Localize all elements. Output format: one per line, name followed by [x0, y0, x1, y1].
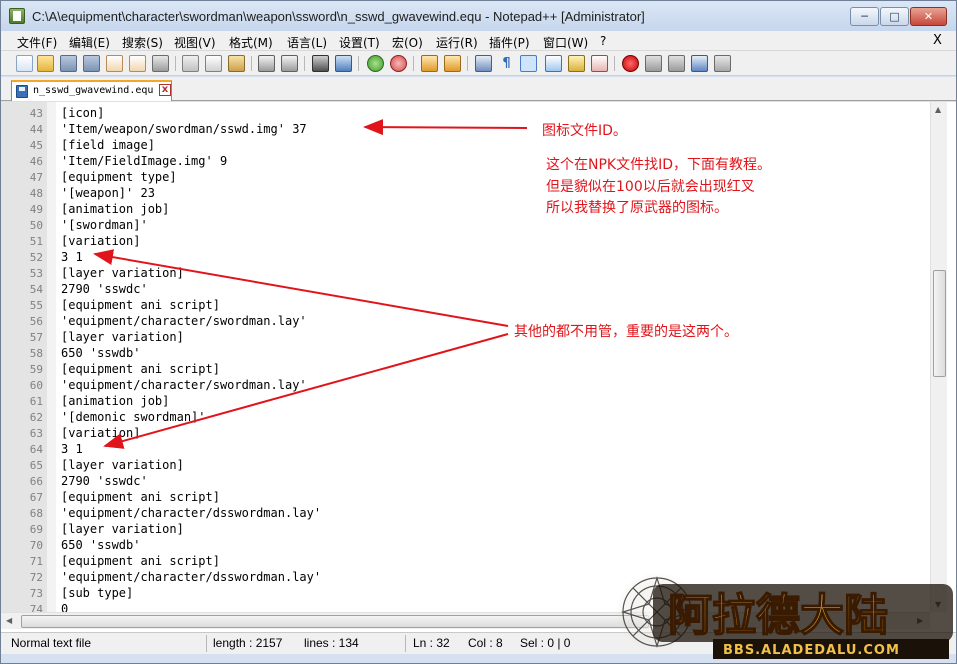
vertical-scrollbar[interactable]: ▲ ▼: [930, 102, 947, 612]
minimize-button[interactable]: ─: [850, 7, 879, 26]
toolbar-separator: [467, 56, 468, 71]
zoom-out-icon[interactable]: [390, 55, 407, 72]
status-separator: [206, 635, 207, 652]
notepad-window: C:\A\equipment\character\swordman\weapon…: [0, 0, 957, 664]
play-macro-icon[interactable]: [668, 55, 685, 72]
undo-icon[interactable]: [258, 55, 275, 72]
toolbar-separator: [413, 56, 414, 71]
menu-macro[interactable]: 宏(O): [392, 34, 423, 51]
stop-macro-icon[interactable]: [645, 55, 662, 72]
toolbar-separator: [304, 56, 305, 71]
arrow-to-icon-line: [363, 119, 528, 136]
tab-n-sswd-gwavewind[interactable]: n_sswd_gwavewind.equ x: [11, 80, 172, 101]
function-list-icon[interactable]: [591, 55, 608, 72]
zoom-in-icon[interactable]: [367, 55, 384, 72]
menu-bar: 文件(F) 编辑(E) 搜索(S) 视图(V) 格式(M) 语言(L) 设置(T…: [1, 31, 956, 51]
print-icon[interactable]: [152, 55, 169, 72]
annotation-arrows: [93, 119, 528, 449]
replace-icon[interactable]: [335, 55, 352, 72]
run-macro-multiple-icon[interactable]: [691, 55, 708, 72]
status-separator: [405, 635, 406, 652]
new-file-icon[interactable]: [16, 55, 33, 72]
arrow-to-variation-2: [103, 333, 509, 449]
close-document-button[interactable]: X: [933, 33, 942, 48]
scroll-left-icon[interactable]: ◀: [6, 616, 12, 625]
menu-window[interactable]: 窗口(W): [543, 34, 588, 51]
indent-guide-icon[interactable]: [520, 55, 537, 72]
close-window-button[interactable]: ✕: [910, 7, 947, 26]
toolbar-separator: [614, 56, 615, 71]
status-lines: lines : 134: [304, 636, 359, 650]
record-macro-icon[interactable]: [622, 55, 639, 72]
toolbar-separator: [358, 56, 359, 71]
toolbar: ¶: [1, 51, 956, 76]
menu-view[interactable]: 视图(V): [174, 34, 216, 51]
doc-map-icon[interactable]: [568, 55, 585, 72]
title-bar[interactable]: C:\A\equipment\character\swordman\weapon…: [1, 1, 956, 31]
menu-file[interactable]: 文件(F): [17, 34, 57, 51]
status-file-type: Normal text file: [11, 636, 92, 650]
window-title: C:\A\equipment\character\swordman\weapon…: [32, 9, 645, 24]
toolbar-separator: [251, 56, 252, 71]
scroll-up-icon[interactable]: ▲: [935, 105, 941, 114]
copy-icon[interactable]: [205, 55, 222, 72]
status-sel: Sel : 0 | 0: [520, 636, 571, 650]
menu-search[interactable]: 搜索(S): [122, 34, 163, 51]
menu-plugins[interactable]: 插件(P): [489, 34, 530, 51]
watermark-logo-text: 阿拉德大陆: [668, 590, 888, 641]
aladedalu-watermark-logo: 阿拉德大陆 BBS.ALADEDALU.COM: [615, 572, 953, 659]
menu-language[interactable]: 语言(L): [287, 34, 327, 51]
maximize-button[interactable]: □: [880, 7, 909, 26]
sync-horizontal-icon[interactable]: [444, 55, 461, 72]
watermark-url: BBS.ALADEDALU.COM: [723, 643, 900, 658]
open-file-icon[interactable]: [37, 55, 54, 72]
toolbar-separator: [175, 56, 176, 71]
arrow-to-variation-1: [93, 249, 509, 327]
word-wrap-icon[interactable]: [475, 55, 492, 72]
horizontal-scroll-thumb[interactable]: [21, 615, 649, 628]
tab-close-button[interactable]: x: [159, 84, 171, 96]
notepad-app-icon: [9, 8, 25, 24]
user-defined-language-icon[interactable]: [545, 55, 562, 72]
status-ln: Ln : 32: [413, 636, 450, 650]
menu-help[interactable]: ?: [600, 34, 606, 48]
close-all-icon[interactable]: [129, 55, 146, 72]
tab-bar: n_sswd_gwavewind.equ x: [1, 77, 956, 101]
save-all-icon[interactable]: [83, 55, 100, 72]
save-macro-icon[interactable]: [714, 55, 731, 72]
status-col: Col : 8: [468, 636, 503, 650]
menu-edit[interactable]: 编辑(E): [69, 34, 110, 51]
save-icon[interactable]: [60, 55, 77, 72]
menu-settings[interactable]: 设置(T): [339, 34, 380, 51]
redo-icon[interactable]: [281, 55, 298, 72]
tab-label: n_sswd_gwavewind.equ: [33, 85, 154, 96]
sync-vertical-icon[interactable]: [421, 55, 438, 72]
menu-format[interactable]: 格式(M): [229, 34, 273, 51]
menu-run[interactable]: 运行(R): [436, 34, 478, 51]
find-icon[interactable]: [312, 55, 329, 72]
paste-icon[interactable]: [228, 55, 245, 72]
status-length: length : 2157: [213, 636, 283, 650]
cut-icon[interactable]: [182, 55, 199, 72]
vertical-scroll-thumb[interactable]: [933, 270, 946, 377]
saved-file-icon: [16, 85, 28, 98]
show-all-characters-icon[interactable]: ¶: [498, 55, 515, 72]
close-file-icon[interactable]: [106, 55, 123, 72]
editor-area[interactable]: 43 [icon] 44 'Item/weapon/swordman/sswd.img…: [1, 102, 956, 632]
